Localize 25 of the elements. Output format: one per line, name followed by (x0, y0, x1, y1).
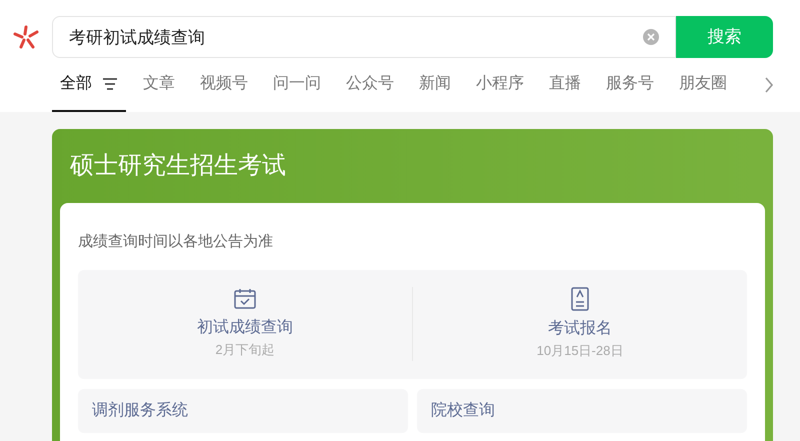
clear-icon[interactable] (642, 28, 660, 46)
tab[interactable]: 服务号 (598, 58, 662, 112)
tab[interactable]: 新闻 (411, 58, 459, 112)
tab[interactable]: 视频号 (192, 58, 256, 112)
service-link[interactable]: 院校查询 (417, 388, 747, 432)
note-text: 成绩查询时间以各地公告为准 (78, 232, 274, 252)
feature-date: 2月下旬起 (215, 341, 275, 360)
logo-icon (12, 24, 40, 50)
document-icon (570, 287, 590, 312)
search-field[interactable]: 考研初试成绩查询 (52, 16, 676, 58)
tab[interactable]: 直播 (541, 58, 589, 112)
feature-link[interactable]: 考试报名 (548, 317, 612, 342)
service-link[interactable]: 调剂服务系统 (78, 388, 408, 432)
tab[interactable]: 全部 (52, 58, 126, 112)
tab[interactable]: 问一问 (265, 58, 329, 112)
tab[interactable]: 朋友圈 (671, 58, 735, 112)
card-title: 硕士研究生招生考试 (69, 151, 287, 181)
tab[interactable]: 公众号 (338, 58, 402, 112)
calendar-check-icon (233, 288, 257, 310)
filter-icon[interactable] (102, 78, 118, 90)
tab[interactable]: 文章 (135, 58, 183, 112)
tab[interactable]: 小程序 (468, 58, 532, 112)
search-button[interactable]: 搜索 (676, 16, 773, 58)
feature-date: 10月15日-28日 (536, 342, 624, 360)
feature-link[interactable]: 初试成绩查询 (197, 316, 293, 340)
